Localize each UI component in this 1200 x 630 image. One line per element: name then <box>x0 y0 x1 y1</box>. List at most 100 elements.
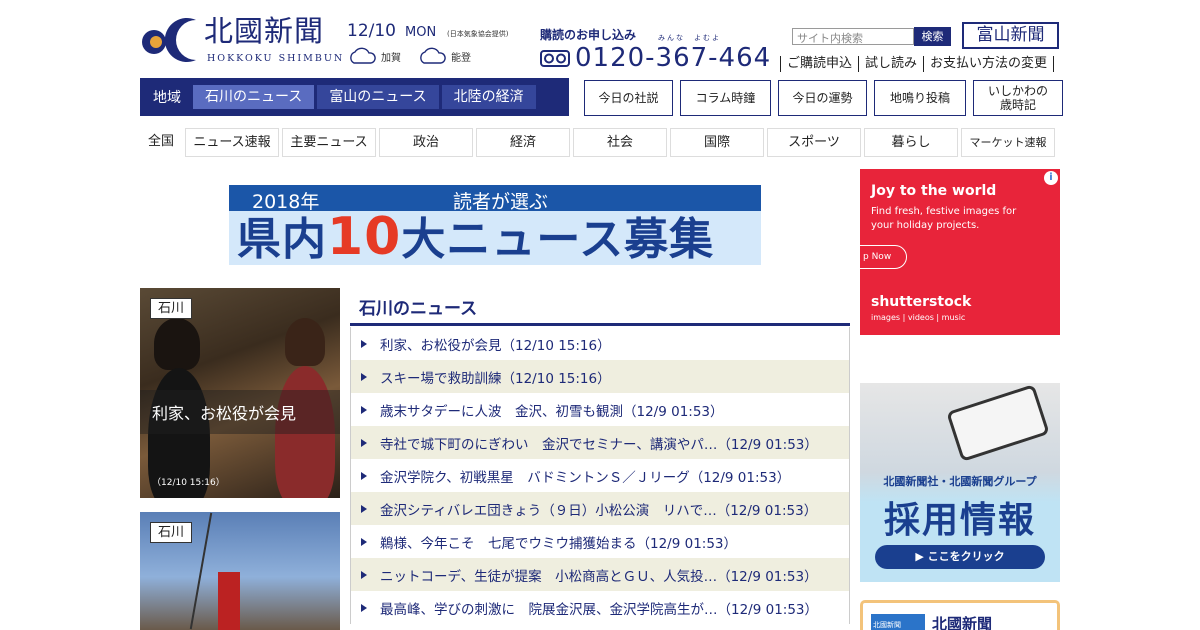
tab-toyama-news[interactable]: 富山のニュース <box>317 85 439 109</box>
cloud-icon <box>420 47 446 64</box>
tab-hokuriku-economy[interactable]: 北陸の経済 <box>441 85 536 109</box>
banner-headline-post: 大ニュース募集 <box>401 214 715 265</box>
feature-links: 今日の社説 コラム時鐘 今日の運勢 地鳴り投稿 いしかわの 歳時記 <box>584 80 1063 116</box>
ishikawa-news-list: 利家、お松役が会見（12/10 15:16） スキー場で救助訓練（12/10 1… <box>350 327 850 624</box>
news-list-item[interactable]: 鵜様、今年こそ 七尾でウミウ捕獲始まる（12/9 01:53） <box>351 525 849 558</box>
news-section-heading: 石川のニュース <box>359 299 478 319</box>
triangle-right-icon <box>361 438 367 447</box>
triangle-right-icon <box>361 471 367 480</box>
region-label: 地域 <box>153 90 181 106</box>
ad-brand: shutterstock <box>871 294 972 310</box>
weather-area-label: 能登 <box>451 52 471 64</box>
news-heading-rule <box>350 323 850 326</box>
news-list-item[interactable]: 金沢学院ク、初戦黒星 バドミントンＳ／Ｊリーグ（12/9 01:53） <box>351 459 849 492</box>
recruit-subtitle: 北國新聞社・北國新聞グループ <box>883 475 1037 488</box>
category-living[interactable]: 暮らし <box>864 128 958 157</box>
recruit-ad[interactable]: 北國新聞社・北國新聞グループ 採用情報 ▶ ここをクリック <box>860 383 1060 582</box>
category-market[interactable]: マーケット速報 <box>961 128 1055 157</box>
tab-ishikawa-news[interactable]: 石川のニュース <box>193 85 315 109</box>
banner-headline: 県内10大ニュース募集 <box>237 211 715 265</box>
weather-area-label: 加賀 <box>381 52 401 64</box>
region-nav: 地域 石川のニュース 富山のニュース 北陸の経済 <box>140 78 569 116</box>
current-weekday: MON <box>405 25 437 40</box>
ad-text: Find fresh, festive images for your holi… <box>871 206 1017 231</box>
card-timestamp: （12/10 15:16） <box>152 478 225 488</box>
weather-credit: (日本気象協会提供) <box>447 30 509 38</box>
region-tag: 石川 <box>150 522 192 543</box>
news-list-item[interactable]: 歳末サタデーに人波 金沢、初雪も観測（12/9 01:53） <box>351 393 849 426</box>
news-list-item[interactable]: 最高峰、学びの刺激に 院展金沢展、金沢学院高生が…（12/9 01:53） <box>351 591 849 624</box>
category-national[interactable]: 全国 <box>140 128 182 157</box>
category-international[interactable]: 国際 <box>670 128 764 157</box>
smartphone-image <box>946 384 1050 462</box>
featured-story-card[interactable]: 石川 <box>140 512 340 630</box>
news-list-item[interactable]: 寺社で城下町のにぎわい 金沢でセミナー、講演やパ…（12/9 01:53） <box>351 426 849 459</box>
logo-subtitle: HOKKOKU SHIMBUN <box>207 53 345 64</box>
search-button[interactable]: 検索 <box>914 27 951 46</box>
recruit-title: 採用情報 <box>883 500 1036 541</box>
seasonal-link[interactable]: いしかわの 歳時記 <box>973 80 1063 116</box>
photo-person <box>285 318 325 366</box>
news-headline: スキー場で救助訓練（12/10 15:16） <box>380 370 611 387</box>
triangle-right-icon <box>361 537 367 546</box>
toyama-shimbun-link[interactable]: 富山新聞 <box>962 22 1059 49</box>
card-headline[interactable]: 利家、お松役が会見 <box>140 390 340 434</box>
top10-news-banner[interactable]: 2018年 読者が選ぶ 県内10大ニュース募集 <box>229 185 761 265</box>
category-politics[interactable]: 政治 <box>379 128 473 157</box>
fortune-link[interactable]: 今日の運勢 <box>778 80 867 116</box>
weather-kaga[interactable]: 加賀 <box>347 47 401 65</box>
news-headline: 金沢学院ク、初戦黒星 バドミントンＳ／Ｊリーグ（12/9 01:53） <box>380 469 791 486</box>
site-search-input[interactable]: サイト内検索 <box>792 28 914 45</box>
ad-info-icon[interactable]: i <box>1044 171 1058 185</box>
news-headline: 利家、お松役が会見（12/10 15:16） <box>380 337 611 354</box>
photo-person <box>218 572 240 630</box>
current-date: 12/10 <box>347 21 396 41</box>
photo-pole <box>189 512 213 630</box>
triangle-right-icon <box>361 603 367 612</box>
category-society[interactable]: 社会 <box>573 128 667 157</box>
trial-read-link[interactable]: 試し読み <box>858 56 923 72</box>
triangle-right-icon <box>361 405 367 414</box>
ad-shop-button[interactable]: p Now <box>860 245 907 269</box>
reader-post-link[interactable]: 地鳴り投稿 <box>874 80 966 116</box>
banner-headline-pre: 県内 <box>237 214 327 265</box>
column-jisho-link[interactable]: コラム時鐘 <box>680 80 771 116</box>
news-headline: 鵜様、今年こそ 七尾でウミウ捕獲始まる（12/9 01:53） <box>380 535 738 552</box>
weather-noto[interactable]: 能登 <box>417 47 471 65</box>
ad-links: images | videos | music <box>871 313 966 322</box>
logo-mark[interactable] <box>140 16 198 64</box>
news-list-item[interactable]: スキー場で救助訓練（12/10 15:16） <box>351 360 849 393</box>
news-list-item[interactable]: ニットコーデ、生徒が提案 小松商高とＧＵ、人気投…（12/9 01:53） <box>351 558 849 591</box>
featured-story-card[interactable]: 石川 利家、お松役が会見 （12/10 15:16） <box>140 288 340 498</box>
news-headline: ニットコーデ、生徒が提案 小松商高とＧＵ、人気投…（12/9 01:53） <box>380 568 818 585</box>
promo-logo: 北國新聞 <box>871 614 925 630</box>
subscribe-phone[interactable]: 0120-367-464 <box>575 43 771 73</box>
triangle-right-icon <box>361 372 367 381</box>
subscribe-ruby: みんな よむよ <box>658 34 721 42</box>
payment-change-link[interactable]: お支払い方法の変更 <box>923 56 1055 72</box>
news-headline: 金沢シティバレエ団きょう（９日）小松公演 リハで…（12/9 01:53） <box>380 502 818 519</box>
hokkoku-promo[interactable]: 北國新聞 北國新聞 <box>860 600 1060 630</box>
news-list-item[interactable]: 利家、お松役が会見（12/10 15:16） <box>351 327 849 360</box>
category-breaking[interactable]: ニュース速報 <box>185 128 279 157</box>
news-list-item[interactable]: 金沢シティバレエ団きょう（９日）小松公演 リハで…（12/9 01:53） <box>351 492 849 525</box>
editorial-link[interactable]: 今日の社説 <box>584 80 673 116</box>
top-links: ご購読申込 試し読み お支払い方法の変更 <box>780 56 1055 72</box>
promo-title: 北國新聞 <box>932 615 993 630</box>
recruit-click-button[interactable]: ▶ ここをクリック <box>875 545 1045 569</box>
banner-subtitle: 読者が選ぶ <box>453 191 549 213</box>
category-economy[interactable]: 経済 <box>476 128 570 157</box>
category-major[interactable]: 主要ニュース <box>282 128 376 157</box>
region-tag: 石川 <box>150 298 192 319</box>
triangle-right-icon <box>361 339 367 348</box>
category-nav: 全国 ニュース速報 主要ニュース 政治 経済 社会 国際 スポーツ 暮らし マー… <box>140 128 1055 157</box>
subscribe-apply-link[interactable]: ご購読申込 <box>780 56 858 72</box>
ad-title: Joy to the world <box>871 183 997 199</box>
photo-person <box>154 318 200 370</box>
shutterstock-ad[interactable]: i Joy to the world Find fresh, festive i… <box>860 169 1060 335</box>
cloud-icon <box>350 47 376 64</box>
logo-title[interactable]: 北國新聞 <box>204 17 324 46</box>
category-sports[interactable]: スポーツ <box>767 128 861 157</box>
subscribe-title: 購読のお申し込み <box>540 28 637 42</box>
banner-year: 2018年 <box>252 191 320 213</box>
